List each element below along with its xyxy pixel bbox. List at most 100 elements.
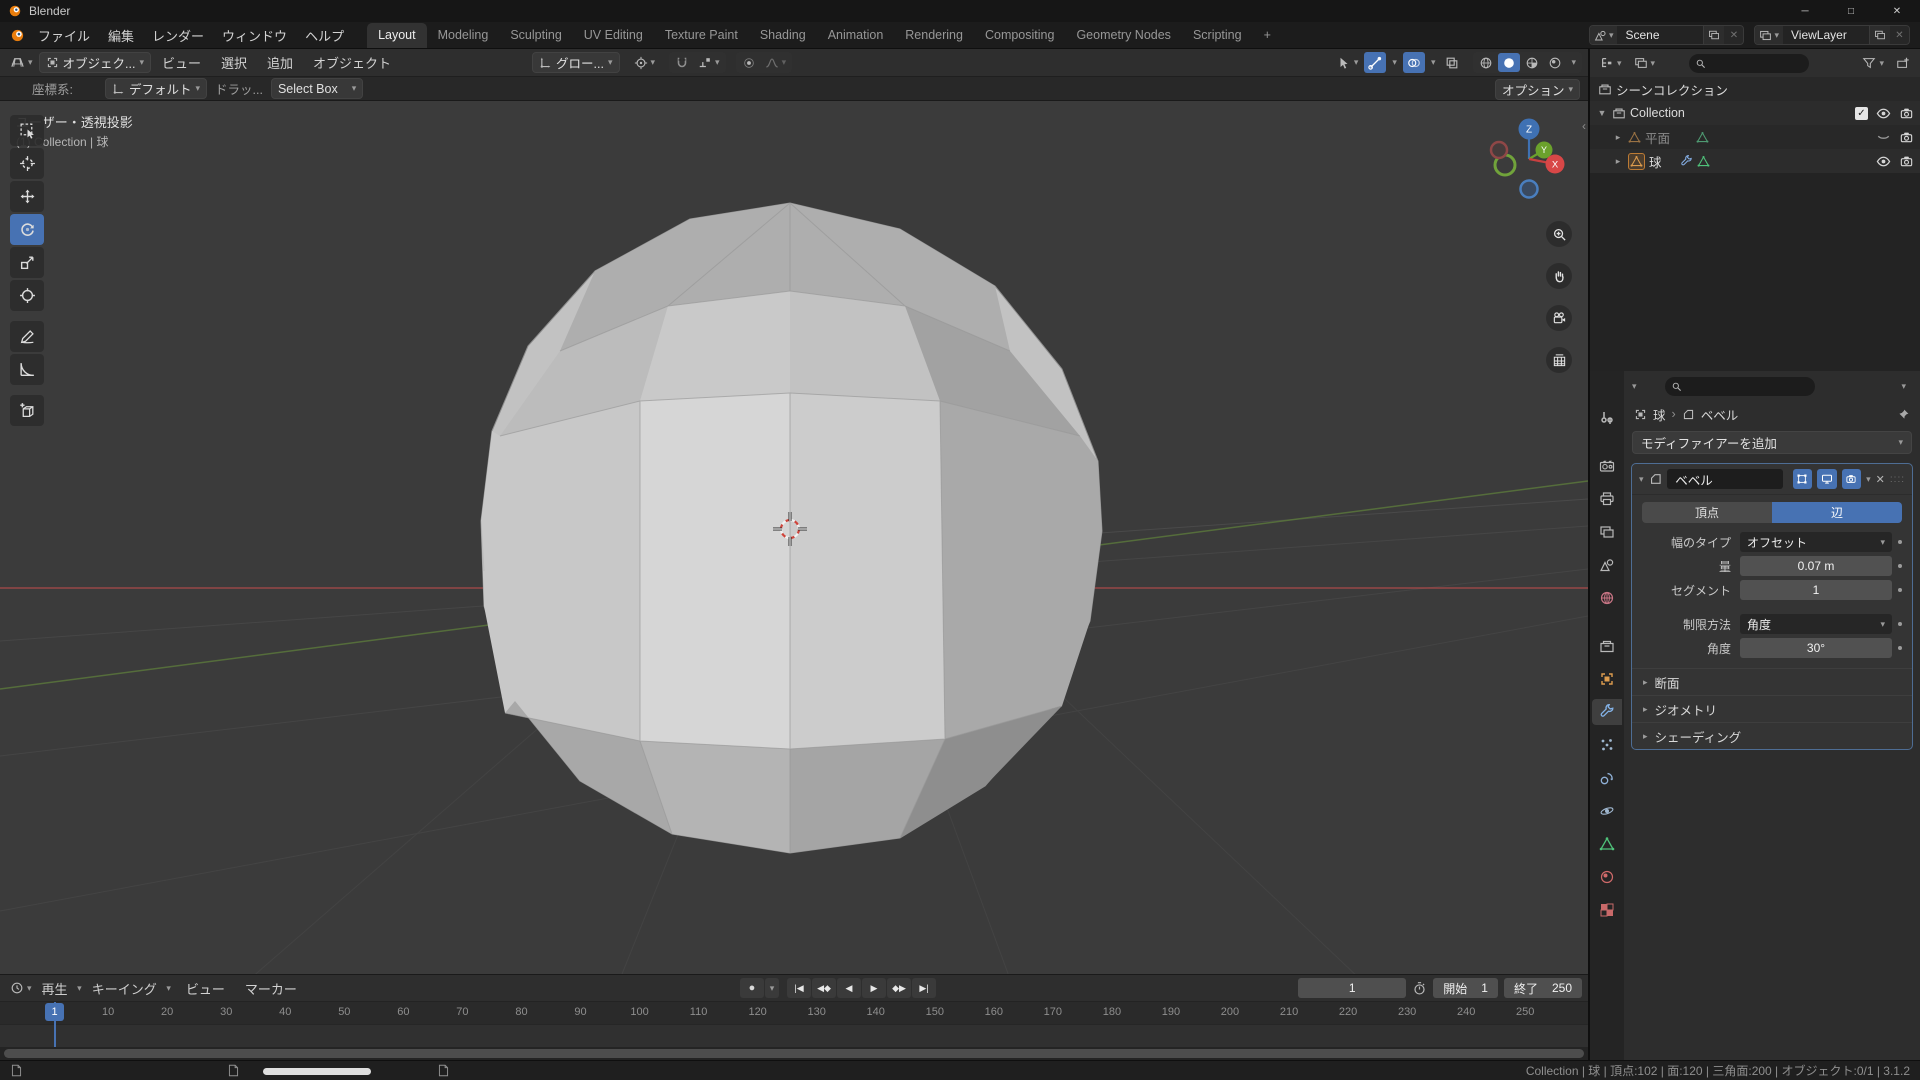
close-button[interactable]: ✕ — [1874, 0, 1920, 22]
new-collection-button[interactable] — [1892, 53, 1914, 74]
play-button[interactable]: ▶ — [862, 978, 886, 998]
tool-measure[interactable] — [10, 354, 44, 385]
tab-output[interactable] — [1592, 486, 1622, 512]
play-reverse-button[interactable]: ◀ — [837, 978, 861, 998]
maximize-button[interactable]: □ — [1828, 0, 1874, 22]
menu-object[interactable]: オブジェクト — [304, 49, 400, 76]
show-overlays-toggle[interactable] — [1403, 52, 1425, 73]
options-dropdown[interactable]: オプション ▾ — [1495, 79, 1580, 100]
workspace-tab-scripting[interactable]: Scripting — [1182, 23, 1253, 48]
workspace-tab-modeling[interactable]: Modeling — [427, 23, 500, 48]
shading-wireframe-button[interactable] — [1475, 53, 1497, 72]
workspace-tab-compositing[interactable]: Compositing — [974, 23, 1065, 48]
outliner-display-mode-dropdown[interactable]: ▾ — [1630, 53, 1660, 74]
workspace-tab-rendering[interactable]: Rendering — [894, 23, 974, 48]
axis-neg-x-handle[interactable] — [1491, 142, 1507, 158]
scene-name[interactable]: Scene — [1617, 28, 1703, 42]
pin-icon[interactable] — [1897, 408, 1910, 421]
outliner-row-sphere[interactable]: ▸ 球 — [1590, 149, 1920, 173]
tool-move[interactable] — [10, 181, 44, 212]
tab-constraints[interactable] — [1592, 798, 1622, 824]
segments-field[interactable]: 1 — [1740, 580, 1892, 600]
affect-vertices-button[interactable]: 頂点 — [1642, 502, 1772, 523]
affect-edges-button[interactable]: 辺 — [1772, 502, 1902, 523]
menu-select[interactable]: 選択 — [212, 49, 256, 76]
workspace-tab-sculpting[interactable]: Sculpting — [499, 23, 572, 48]
stopwatch-icon[interactable] — [1412, 981, 1427, 996]
tab-modifiers[interactable] — [1592, 699, 1622, 725]
workspace-tab-shading[interactable]: Shading — [749, 23, 817, 48]
object-visibility-dropdown[interactable]: ▾ — [1333, 52, 1363, 73]
outliner-row-plane[interactable]: ▸ 平面 — [1590, 125, 1920, 149]
tab-object-data[interactable] — [1592, 831, 1622, 857]
animate-dot[interactable] — [1892, 540, 1908, 544]
menu-help[interactable]: ヘルプ — [296, 22, 353, 49]
add-modifier-dropdown[interactable]: モディファイアーを追加 ▾ — [1632, 431, 1912, 454]
camera-view-button[interactable] — [1546, 305, 1572, 331]
animate-dot[interactable] — [1892, 646, 1908, 650]
viewport[interactable]: ユーザー・透視投影 (1) Collection | 球 — [0, 101, 1588, 974]
blender-menu-button[interactable] — [6, 25, 29, 46]
pan-button[interactable] — [1546, 263, 1572, 289]
auto-keying-button[interactable]: ● — [740, 978, 764, 998]
scene-copy-button[interactable] — [1703, 26, 1723, 44]
minimize-button[interactable]: ─ — [1782, 0, 1828, 22]
gizmo-dropdown[interactable]: ▾ — [1388, 52, 1401, 73]
hide-eye-icon[interactable] — [1876, 154, 1891, 169]
tool-transform[interactable] — [10, 280, 44, 311]
shading-solid-button[interactable] — [1498, 53, 1520, 72]
drag-handle[interactable]: :::: — [1890, 474, 1905, 485]
menu-file[interactable]: ファイル — [29, 22, 99, 49]
tab-render[interactable] — [1592, 453, 1622, 479]
modifier-name-field[interactable]: ベベル — [1667, 469, 1782, 489]
properties-search-input[interactable] — [1665, 377, 1815, 396]
tab-collection[interactable] — [1592, 633, 1622, 659]
expand-closed-icon[interactable]: ▸ — [1612, 156, 1624, 167]
view-layer-name[interactable]: ViewLayer — [1783, 28, 1869, 42]
amount-field[interactable]: 0.07 m — [1740, 556, 1892, 576]
axis-neg-z-handle[interactable] — [1521, 181, 1538, 198]
menu-view[interactable]: ビュー — [153, 49, 210, 76]
orthographic-toggle-button[interactable] — [1546, 347, 1572, 373]
tool-annotate[interactable] — [10, 321, 44, 352]
tab-material[interactable] — [1592, 864, 1622, 890]
timeline-scrollbar-thumb[interactable] — [4, 1049, 1584, 1058]
overlays-dropdown[interactable]: ▾ — [1427, 52, 1440, 73]
view-layer-remove-button[interactable]: ✕ — [1889, 26, 1909, 44]
workspace-tab-geometry-nodes[interactable]: Geometry Nodes — [1065, 23, 1181, 48]
tool-cursor[interactable] — [10, 148, 44, 179]
hide-eye-icon[interactable] — [1876, 106, 1891, 121]
disable-render-camera-icon[interactable] — [1899, 154, 1914, 169]
view-layer-copy-button[interactable] — [1869, 26, 1889, 44]
workspace-tab-texture-paint[interactable]: Texture Paint — [654, 23, 749, 48]
timeline-marker-menu[interactable]: マーカー — [236, 975, 306, 1002]
breadcrumb-modifier[interactable]: ベベル — [1701, 405, 1739, 424]
scene-selector[interactable]: ▾ Scene ✕ — [1589, 25, 1745, 45]
animate-dot[interactable] — [1892, 588, 1908, 592]
outliner-row-scene-collection[interactable]: シーンコレクション — [1590, 77, 1920, 101]
menu-edit[interactable]: 編集 — [99, 22, 143, 49]
tool-rotate[interactable] — [10, 214, 44, 245]
section-profile[interactable]: ▸ 断面 — [1632, 668, 1912, 695]
modifier-extras-dropdown[interactable]: ▾ — [1866, 474, 1871, 485]
navigation-gizmo[interactable]: Z Y X — [1484, 109, 1574, 209]
show-gizmo-toggle[interactable] — [1364, 52, 1386, 73]
snap-toggle[interactable] — [671, 52, 693, 73]
shading-material-button[interactable] — [1521, 53, 1543, 72]
auto-keying-dropdown[interactable]: ▾ — [765, 978, 779, 998]
expand-open-icon[interactable]: ▼ — [1596, 108, 1608, 118]
section-shading[interactable]: ▸ シェーディング — [1632, 722, 1912, 749]
workspace-tab-animation[interactable]: Animation — [817, 23, 895, 48]
tab-physics[interactable] — [1592, 765, 1622, 791]
outliner-row-collection[interactable]: ▼ Collection ✓ — [1590, 101, 1920, 125]
outliner-search-input[interactable] — [1689, 54, 1809, 73]
timeline-track[interactable] — [0, 1024, 1588, 1047]
shading-rendered-button[interactable] — [1544, 53, 1566, 72]
collection-checkbox[interactable]: ✓ — [1855, 107, 1868, 120]
shading-dropdown[interactable]: ▾ — [1567, 52, 1580, 73]
menu-window[interactable]: ウィンドウ — [213, 22, 296, 49]
tab-view-layer[interactable] — [1592, 519, 1622, 545]
modifier-realtime-toggle[interactable] — [1817, 469, 1837, 489]
outliner-editor-type-button[interactable]: ▾ — [1596, 53, 1626, 74]
timeline-ruler[interactable]: 1020304050607080901001101201301401501601… — [0, 1001, 1588, 1047]
